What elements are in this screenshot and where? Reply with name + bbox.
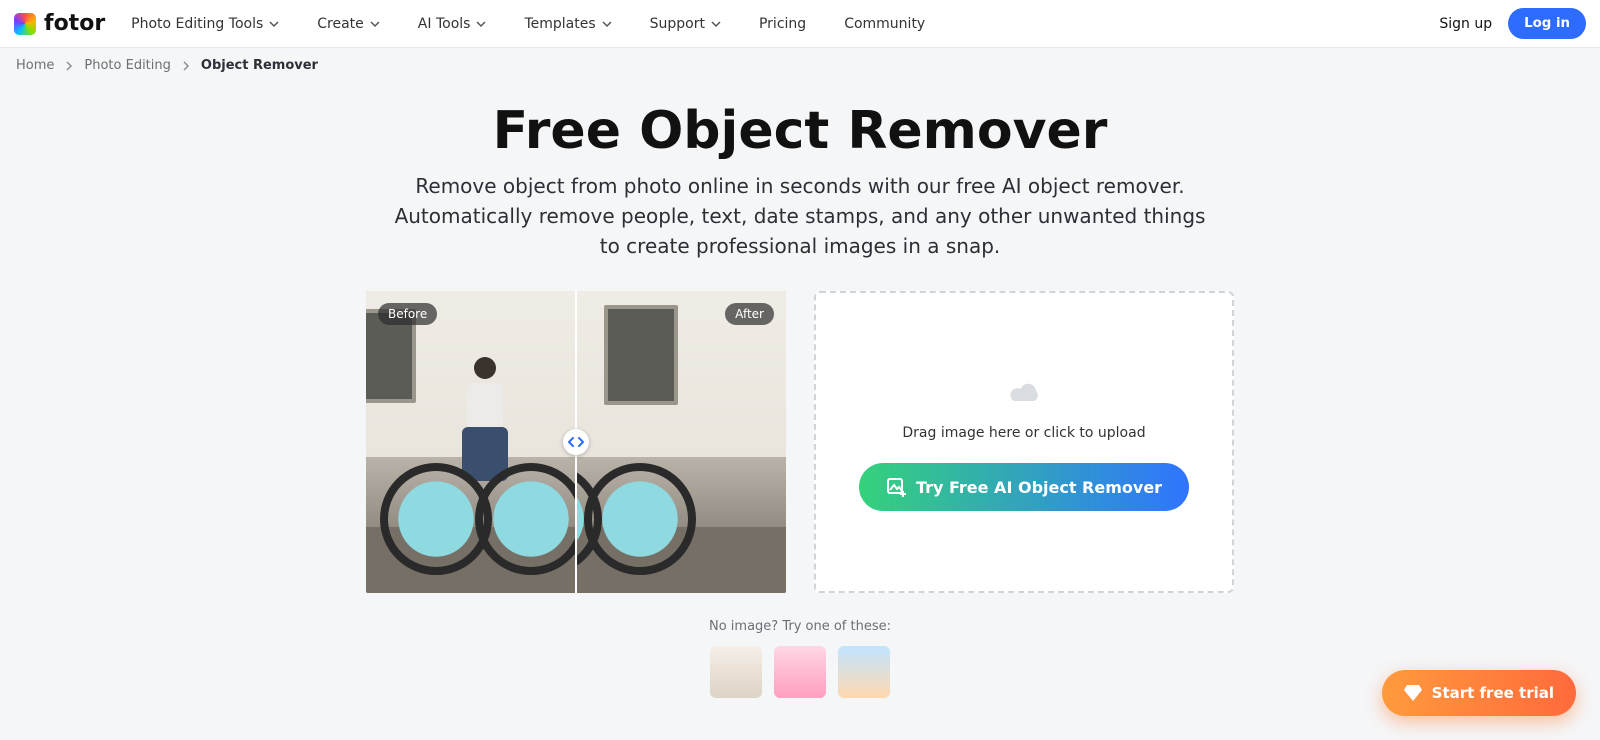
cloud-upload-icon bbox=[1004, 373, 1044, 403]
samples-hint: No image? Try one of these: bbox=[200, 619, 1400, 634]
start-free-trial-button[interactable]: Start free trial bbox=[1382, 670, 1576, 716]
panels: Before After Drag image here or click to… bbox=[200, 291, 1400, 593]
compare-handle[interactable] bbox=[563, 429, 589, 455]
image-upload-icon bbox=[886, 477, 906, 497]
breadcrumb: Home Photo Editing Object Remover bbox=[0, 48, 1600, 83]
chevron-down-icon bbox=[602, 19, 612, 29]
before-after-compare[interactable]: Before After bbox=[366, 291, 786, 593]
chevron-down-icon bbox=[370, 19, 380, 29]
upload-dropzone[interactable]: Drag image here or click to upload Try F… bbox=[814, 291, 1234, 593]
chevron-right-icon bbox=[64, 61, 74, 71]
menu-ai-tools[interactable]: AI Tools bbox=[418, 16, 487, 32]
menu-create[interactable]: Create bbox=[317, 16, 380, 32]
chevron-right-icon bbox=[181, 61, 191, 71]
sample-thumb-3[interactable] bbox=[838, 646, 890, 698]
chevron-down-icon bbox=[269, 19, 279, 29]
sample-bike bbox=[374, 454, 546, 575]
page-title: Free Object Remover bbox=[224, 101, 1376, 161]
diamond-icon bbox=[1404, 685, 1422, 701]
brand-logo[interactable]: fotor bbox=[14, 11, 105, 36]
left-nav: fotor Photo Editing Tools Create AI Tool… bbox=[14, 11, 925, 36]
before-side bbox=[366, 291, 576, 593]
sample-bike bbox=[576, 454, 656, 575]
try-object-remover-button[interactable]: Try Free AI Object Remover bbox=[859, 463, 1189, 511]
sample-thumbs bbox=[200, 646, 1400, 698]
main-menu: Photo Editing Tools Create AI Tools Temp… bbox=[131, 16, 925, 32]
menu-templates[interactable]: Templates bbox=[524, 16, 611, 32]
brand-logo-mark bbox=[14, 13, 36, 35]
breadcrumb-photo-editing[interactable]: Photo Editing bbox=[84, 58, 171, 73]
right-nav: Sign up Log in bbox=[1439, 8, 1586, 39]
menu-community[interactable]: Community bbox=[844, 16, 925, 32]
signup-link[interactable]: Sign up bbox=[1439, 16, 1492, 32]
drag-horizontal-icon bbox=[568, 436, 584, 448]
upload-hint: Drag image here or click to upload bbox=[902, 425, 1145, 441]
samples: No image? Try one of these: bbox=[200, 619, 1400, 698]
site-header: fotor Photo Editing Tools Create AI Tool… bbox=[0, 0, 1600, 48]
login-button[interactable]: Log in bbox=[1508, 8, 1586, 39]
chevron-down-icon bbox=[476, 19, 486, 29]
hero: Free Object Remover Remove object from p… bbox=[200, 101, 1400, 261]
breadcrumb-home[interactable]: Home bbox=[16, 58, 54, 73]
chevron-down-icon bbox=[711, 19, 721, 29]
brand-name: fotor bbox=[44, 11, 105, 36]
menu-pricing[interactable]: Pricing bbox=[759, 16, 806, 32]
sample-thumb-2[interactable] bbox=[774, 646, 826, 698]
before-tag: Before bbox=[378, 303, 437, 325]
menu-photo-editing-tools[interactable]: Photo Editing Tools bbox=[131, 16, 279, 32]
after-side bbox=[576, 291, 786, 593]
sample-thumb-1[interactable] bbox=[710, 646, 762, 698]
menu-support[interactable]: Support bbox=[650, 16, 721, 32]
breadcrumb-current: Object Remover bbox=[201, 58, 318, 73]
page-subtitle: Remove object from photo online in secon… bbox=[390, 171, 1210, 261]
after-tag: After bbox=[725, 303, 774, 325]
